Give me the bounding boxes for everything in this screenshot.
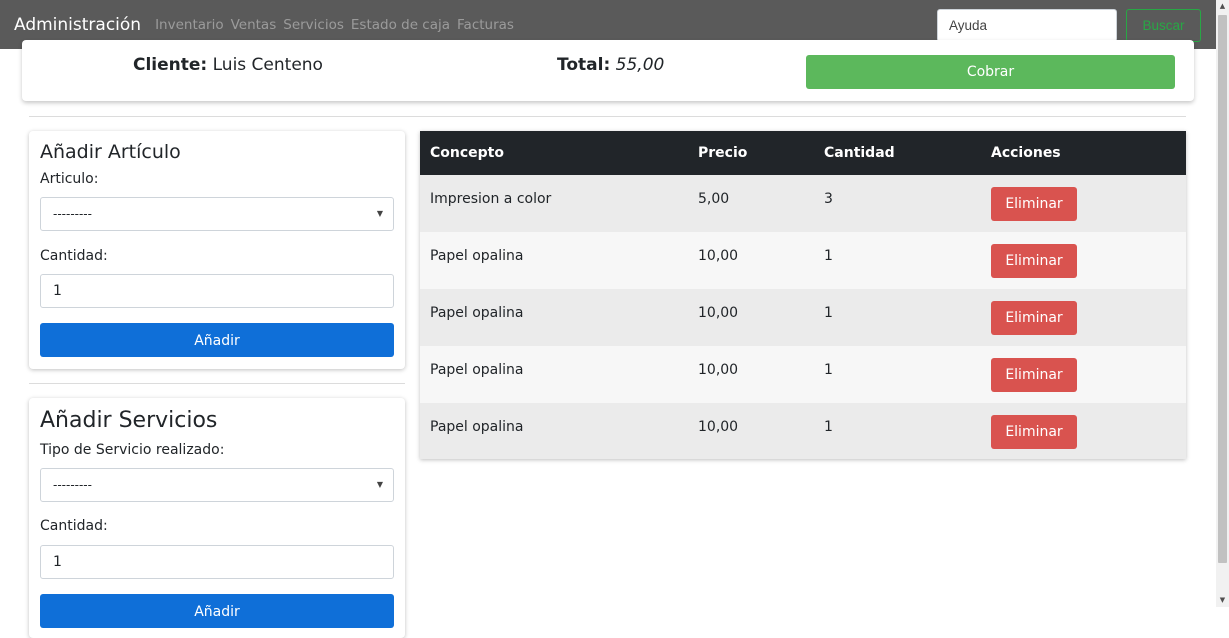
article-quantity-input[interactable]: 1 — [40, 274, 394, 308]
header-precio: Precio — [698, 145, 748, 161]
service-type-select[interactable]: --------- ▼ — [40, 468, 394, 502]
cell-concepto: Impresion a color — [430, 191, 552, 207]
service-quantity-label: Cantidad: — [40, 518, 108, 534]
delete-button[interactable]: Eliminar — [991, 358, 1077, 392]
cell-precio: 5,00 — [698, 191, 730, 207]
add-service-panel: Añadir Servicios Tipo de Servicio realiz… — [29, 398, 405, 638]
table-header: Concepto Precio Cantidad Acciones — [420, 131, 1186, 175]
table-row: Impresion a color 5,00 3 Eliminar — [420, 175, 1186, 232]
client-label: Cliente: — [133, 55, 208, 75]
total-value: 55,00 — [615, 55, 665, 75]
delete-button[interactable]: Eliminar — [991, 301, 1077, 335]
items-table: Concepto Precio Cantidad Acciones Impres… — [420, 131, 1186, 459]
article-select-value: --------- — [53, 207, 92, 221]
chevron-down-icon: ▼ — [376, 209, 383, 218]
add-article-panel: Añadir Artículo Articulo: --------- ▼ Ca… — [29, 131, 405, 369]
add-service-button[interactable]: Añadir — [40, 594, 394, 628]
cell-concepto: Papel opalina — [430, 248, 524, 264]
add-article-button[interactable]: Añadir — [40, 323, 394, 357]
nav-link-estado-de-caja[interactable]: Estado de caja — [351, 17, 450, 33]
total-info: Total: 55,00 — [557, 55, 664, 75]
scroll-up-icon[interactable]: ▲ — [1216, 0, 1229, 13]
page-scrollbar[interactable]: ▲ ▼ — [1216, 0, 1229, 607]
divider — [29, 383, 405, 384]
add-service-title: Añadir Servicios — [40, 408, 218, 433]
charge-button[interactable]: Cobrar — [806, 55, 1175, 89]
cell-cantidad: 1 — [824, 419, 833, 435]
cell-cantidad: 1 — [824, 362, 833, 378]
search-button[interactable]: Buscar — [1126, 9, 1201, 42]
article-label: Articulo: — [40, 171, 99, 187]
article-quantity-value: 1 — [53, 283, 62, 299]
cell-cantidad: 1 — [824, 305, 833, 321]
delete-button[interactable]: Eliminar — [991, 187, 1077, 221]
table-row: Papel opalina 10,00 1 Eliminar — [420, 403, 1186, 459]
sale-summary-card: Cliente: Luis Centeno Total: 55,00 Cobra… — [22, 40, 1194, 101]
nav-link-ventas[interactable]: Ventas — [231, 17, 277, 33]
cell-concepto: Papel opalina — [430, 419, 524, 435]
cell-cantidad: 1 — [824, 248, 833, 264]
nav-link-inventario[interactable]: Inventario — [155, 17, 224, 33]
divider — [29, 116, 1186, 117]
delete-button[interactable]: Eliminar — [991, 244, 1077, 278]
search-input[interactable] — [937, 9, 1117, 42]
nav-link-facturas[interactable]: Facturas — [457, 17, 514, 33]
nav-link-servicios[interactable]: Servicios — [283, 17, 344, 33]
table-row: Papel opalina 10,00 1 Eliminar — [420, 289, 1186, 346]
cell-concepto: Papel opalina — [430, 305, 524, 321]
cell-precio: 10,00 — [698, 248, 739, 264]
service-quantity-input[interactable]: 1 — [40, 545, 394, 579]
chevron-down-icon: ▼ — [376, 480, 383, 489]
article-select[interactable]: --------- ▼ — [40, 197, 394, 231]
scroll-thumb[interactable] — [1218, 15, 1227, 563]
service-type-label: Tipo de Servicio realizado: — [40, 442, 225, 458]
table-row: Papel opalina 10,00 1 Eliminar — [420, 232, 1186, 289]
article-quantity-label: Cantidad: — [40, 248, 108, 264]
total-label: Total: — [557, 55, 611, 75]
client-name: Luis Centeno — [212, 55, 323, 75]
cell-precio: 10,00 — [698, 362, 739, 378]
service-quantity-value: 1 — [53, 554, 62, 570]
add-article-title: Añadir Artículo — [40, 141, 181, 163]
service-type-select-value: --------- — [53, 478, 92, 492]
cell-concepto: Papel opalina — [430, 362, 524, 378]
navbar-brand[interactable]: Administración — [14, 15, 141, 35]
delete-button[interactable]: Eliminar — [991, 415, 1077, 449]
cell-precio: 10,00 — [698, 305, 739, 321]
client-info: Cliente: Luis Centeno — [133, 55, 323, 75]
header-acciones: Acciones — [991, 145, 1061, 161]
scroll-down-icon[interactable]: ▼ — [1216, 594, 1229, 607]
table-row: Papel opalina 10,00 1 Eliminar — [420, 346, 1186, 403]
cell-precio: 10,00 — [698, 419, 739, 435]
header-concepto: Concepto — [430, 145, 504, 161]
cell-cantidad: 3 — [824, 191, 833, 207]
header-cantidad: Cantidad — [824, 145, 895, 161]
